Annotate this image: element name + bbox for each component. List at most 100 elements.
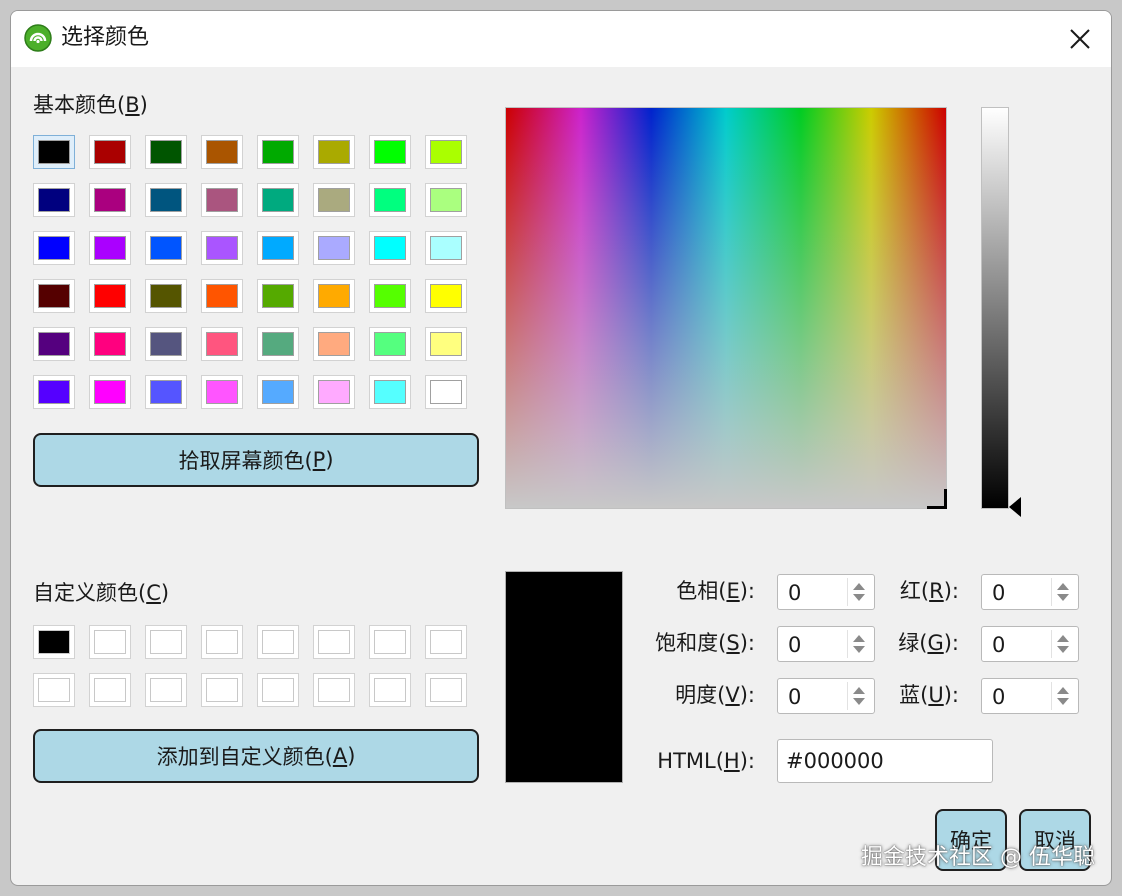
basic-color-swatch[interactable] bbox=[425, 375, 467, 409]
spin-up-icon[interactable] bbox=[853, 635, 865, 642]
close-button[interactable] bbox=[1063, 23, 1097, 55]
custom-color-swatch[interactable] bbox=[145, 673, 187, 707]
hue-spinbox[interactable]: 0 bbox=[777, 574, 875, 610]
basic-color-swatch[interactable] bbox=[33, 231, 75, 265]
custom-color-swatch[interactable] bbox=[425, 625, 467, 659]
basic-color-swatch[interactable] bbox=[425, 327, 467, 361]
spin-down-icon[interactable] bbox=[853, 594, 865, 601]
basic-color-swatch[interactable] bbox=[425, 183, 467, 217]
basic-color-swatch[interactable] bbox=[145, 375, 187, 409]
basic-color-swatch[interactable] bbox=[201, 327, 243, 361]
basic-color-swatch[interactable] bbox=[369, 375, 411, 409]
basic-color-swatch[interactable] bbox=[33, 375, 75, 409]
basic-color-swatch[interactable] bbox=[369, 327, 411, 361]
custom-color-swatch[interactable] bbox=[145, 625, 187, 659]
basic-color-swatch[interactable] bbox=[145, 231, 187, 265]
custom-color-swatch[interactable] bbox=[313, 625, 355, 659]
spin-down-icon[interactable] bbox=[853, 698, 865, 705]
custom-color-swatch[interactable] bbox=[369, 673, 411, 707]
saturation-value[interactable]: 0 bbox=[788, 631, 801, 659]
green-spinbox[interactable]: 0 bbox=[981, 626, 1079, 662]
spin-down-icon[interactable] bbox=[1057, 698, 1069, 705]
basic-color-swatch[interactable] bbox=[201, 375, 243, 409]
basic-color-swatch[interactable] bbox=[257, 183, 299, 217]
basic-color-swatch[interactable] bbox=[201, 279, 243, 313]
custom-color-swatch[interactable] bbox=[425, 673, 467, 707]
spin-down-icon[interactable] bbox=[1057, 646, 1069, 653]
hue-saturation-picker[interactable] bbox=[505, 107, 947, 509]
custom-color-swatch[interactable] bbox=[201, 673, 243, 707]
picker-crosshair[interactable] bbox=[927, 489, 947, 509]
basic-color-swatch[interactable] bbox=[313, 135, 355, 169]
custom-color-swatch[interactable] bbox=[313, 673, 355, 707]
spin-up-icon[interactable] bbox=[1057, 687, 1069, 694]
basic-color-swatch[interactable] bbox=[33, 279, 75, 313]
spin-up-icon[interactable] bbox=[853, 583, 865, 590]
hue-value[interactable]: 0 bbox=[788, 579, 801, 607]
value-spinbox[interactable]: 0 bbox=[777, 678, 875, 714]
basic-color-swatch[interactable] bbox=[89, 375, 131, 409]
spin-up-icon[interactable] bbox=[1057, 583, 1069, 590]
custom-color-swatch[interactable] bbox=[89, 673, 131, 707]
luminance-slider[interactable] bbox=[981, 107, 1009, 509]
red-spinbox[interactable]: 0 bbox=[981, 574, 1079, 610]
basic-color-swatch[interactable] bbox=[313, 183, 355, 217]
basic-color-swatch[interactable] bbox=[145, 327, 187, 361]
value-value[interactable]: 0 bbox=[788, 683, 801, 711]
basic-color-swatch[interactable] bbox=[425, 231, 467, 265]
custom-color-swatch[interactable] bbox=[89, 625, 131, 659]
basic-color-swatch[interactable] bbox=[369, 135, 411, 169]
basic-color-swatch[interactable] bbox=[369, 279, 411, 313]
basic-color-swatch[interactable] bbox=[201, 135, 243, 169]
basic-color-swatch[interactable] bbox=[369, 183, 411, 217]
red-value[interactable]: 0 bbox=[992, 579, 1005, 607]
saturation-spinbox[interactable]: 0 bbox=[777, 626, 875, 662]
basic-color-swatch[interactable] bbox=[313, 327, 355, 361]
basic-color-swatch[interactable] bbox=[89, 327, 131, 361]
blue-value[interactable]: 0 bbox=[992, 683, 1005, 711]
custom-color-swatch[interactable] bbox=[257, 673, 299, 707]
basic-color-swatch[interactable] bbox=[257, 279, 299, 313]
green-value[interactable]: 0 bbox=[992, 631, 1005, 659]
swatch-fill bbox=[318, 284, 350, 308]
spin-up-icon[interactable] bbox=[853, 687, 865, 694]
custom-color-swatch[interactable] bbox=[33, 673, 75, 707]
basic-color-swatch[interactable] bbox=[33, 183, 75, 217]
html-hex-input[interactable] bbox=[777, 739, 993, 783]
basic-color-swatch[interactable] bbox=[145, 183, 187, 217]
basic-color-swatch[interactable] bbox=[313, 231, 355, 265]
close-icon bbox=[1070, 29, 1090, 49]
spin-down-icon[interactable] bbox=[1057, 594, 1069, 601]
basic-color-swatch[interactable] bbox=[257, 375, 299, 409]
basic-color-swatch[interactable] bbox=[257, 327, 299, 361]
basic-color-swatch[interactable] bbox=[201, 183, 243, 217]
basic-color-swatch[interactable] bbox=[425, 279, 467, 313]
basic-color-swatch[interactable] bbox=[33, 135, 75, 169]
pick-screen-color-button[interactable]: 拾取屏幕颜色(P) bbox=[33, 433, 479, 487]
basic-color-swatch[interactable] bbox=[89, 183, 131, 217]
custom-color-swatch[interactable] bbox=[33, 625, 75, 659]
basic-color-swatch[interactable] bbox=[313, 375, 355, 409]
add-custom-color-button[interactable]: 添加到自定义颜色(A) bbox=[33, 729, 479, 783]
basic-color-swatch[interactable] bbox=[313, 279, 355, 313]
spin-up-icon[interactable] bbox=[1057, 635, 1069, 642]
swatch-fill bbox=[430, 236, 462, 260]
basic-color-swatch[interactable] bbox=[145, 279, 187, 313]
blue-spinbox[interactable]: 0 bbox=[981, 678, 1079, 714]
basic-color-swatch[interactable] bbox=[425, 135, 467, 169]
basic-color-swatch[interactable] bbox=[89, 231, 131, 265]
swatch-fill bbox=[206, 380, 238, 404]
basic-color-swatch[interactable] bbox=[89, 279, 131, 313]
basic-color-swatch[interactable] bbox=[369, 231, 411, 265]
spin-down-icon[interactable] bbox=[853, 646, 865, 653]
custom-color-swatch[interactable] bbox=[257, 625, 299, 659]
basic-color-swatch[interactable] bbox=[257, 135, 299, 169]
basic-color-swatch[interactable] bbox=[89, 135, 131, 169]
basic-color-swatch[interactable] bbox=[33, 327, 75, 361]
basic-color-swatch[interactable] bbox=[257, 231, 299, 265]
basic-color-swatch[interactable] bbox=[201, 231, 243, 265]
custom-color-swatch[interactable] bbox=[369, 625, 411, 659]
luminance-arrow-icon[interactable] bbox=[1009, 497, 1021, 517]
basic-color-swatch[interactable] bbox=[145, 135, 187, 169]
custom-color-swatch[interactable] bbox=[201, 625, 243, 659]
